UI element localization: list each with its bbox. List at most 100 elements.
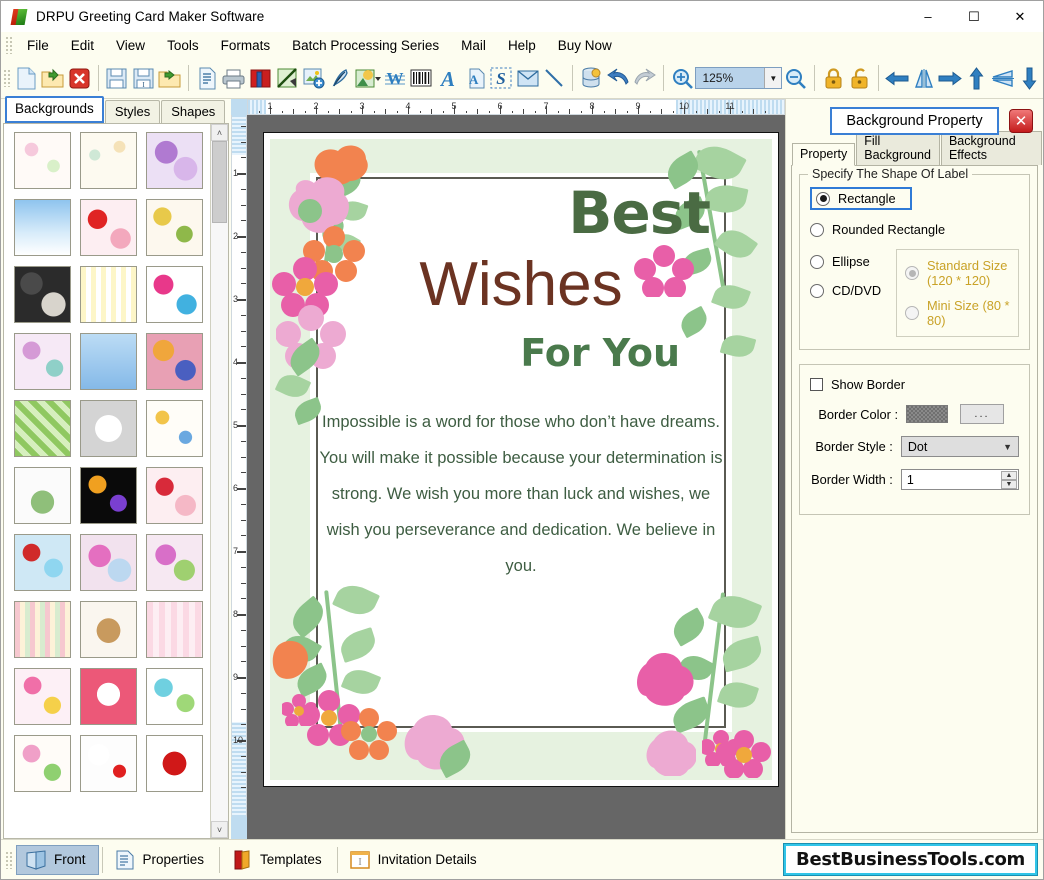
radio-cd-dvd-icon[interactable] bbox=[810, 283, 824, 298]
card-layers-icon[interactable] bbox=[248, 63, 273, 93]
background-thumbnail[interactable] bbox=[14, 467, 71, 524]
canvas-horizontal-scrollbar[interactable] bbox=[247, 817, 785, 839]
background-thumbnail-grid[interactable] bbox=[4, 124, 210, 838]
background-thumbnail[interactable] bbox=[80, 534, 137, 591]
signature-icon[interactable]: S bbox=[489, 63, 514, 93]
background-thumbnail[interactable] bbox=[80, 668, 137, 725]
tab-shapes[interactable]: Shapes bbox=[161, 100, 226, 123]
database-icon[interactable] bbox=[579, 63, 604, 93]
show-border-row[interactable]: Show Border bbox=[810, 377, 1019, 392]
spinner-up-icon[interactable]: ▲ bbox=[1001, 471, 1017, 480]
background-thumbnail[interactable] bbox=[80, 132, 137, 189]
background-thumbnail[interactable] bbox=[14, 668, 71, 725]
card-heading-wishes[interactable]: Wishes bbox=[270, 249, 772, 320]
flip-horizontal-icon[interactable] bbox=[911, 63, 936, 93]
watermark-icon[interactable]: W bbox=[383, 63, 408, 93]
status-tab-templates[interactable]: Templates bbox=[223, 845, 334, 875]
open-folder-icon[interactable] bbox=[41, 63, 66, 93]
menu-view[interactable]: View bbox=[105, 35, 156, 56]
background-thumbnail[interactable] bbox=[146, 467, 203, 524]
background-thumbnail[interactable] bbox=[14, 333, 71, 390]
background-thumbnail[interactable] bbox=[80, 467, 137, 524]
scrollbar-track[interactable] bbox=[211, 141, 228, 821]
background-thumbnail[interactable] bbox=[80, 601, 137, 658]
vertical-ruler[interactable]: 1 2 3 4 5 6 7 8 9 10 bbox=[231, 115, 247, 817]
pen-tool-icon[interactable] bbox=[328, 63, 353, 93]
close-document-icon[interactable] bbox=[67, 63, 92, 93]
show-border-checkbox[interactable] bbox=[810, 378, 823, 391]
align-right-icon[interactable] bbox=[938, 63, 963, 93]
background-thumbnail[interactable] bbox=[14, 735, 71, 792]
background-thumbnail[interactable] bbox=[146, 534, 203, 591]
scroll-down-button[interactable]: ˅ bbox=[211, 821, 228, 838]
lock-icon[interactable] bbox=[821, 63, 846, 93]
menu-tools[interactable]: Tools bbox=[156, 35, 210, 56]
card-heading-best[interactable]: Best bbox=[270, 179, 711, 247]
border-color-picker-button[interactable]: ... bbox=[960, 404, 1004, 424]
menu-help[interactable]: Help bbox=[497, 35, 547, 56]
background-thumbnail[interactable] bbox=[146, 400, 203, 457]
zoom-level-combobox[interactable]: 125% ▼ bbox=[695, 67, 783, 89]
radio-rectangle-container[interactable]: Rectangle bbox=[810, 187, 912, 210]
chevron-down-icon[interactable]: ▼ bbox=[1003, 442, 1012, 452]
new-document-icon[interactable] bbox=[14, 63, 39, 93]
greeting-card[interactable]: Best Wishes For You Impossible is a word… bbox=[270, 139, 772, 780]
background-scrollbar[interactable]: ˄ ˅ bbox=[210, 124, 228, 838]
border-style-combobox[interactable]: Dot ▼ bbox=[900, 436, 1019, 457]
status-tab-front[interactable]: Front bbox=[16, 844, 99, 875]
background-thumbnail[interactable] bbox=[146, 333, 203, 390]
menu-file[interactable]: File bbox=[16, 35, 60, 56]
radio-rounded-rectangle-container[interactable]: Rounded Rectangle bbox=[810, 222, 1019, 237]
horizontal-ruler[interactable]: 1 2 3 4 5 6 7 8 9 10 11 bbox=[247, 99, 785, 115]
line-tool-icon[interactable] bbox=[542, 63, 567, 93]
background-thumbnail[interactable] bbox=[146, 132, 203, 189]
brand-badge[interactable]: BestBusinessTools.com bbox=[784, 844, 1037, 875]
align-bottom-icon[interactable] bbox=[1018, 63, 1043, 93]
spinner-down-icon[interactable]: ▼ bbox=[1001, 480, 1017, 489]
canvas-viewport[interactable]: Best Wishes For You Impossible is a word… bbox=[247, 115, 785, 817]
tab-backgrounds[interactable]: Backgrounds bbox=[5, 96, 104, 123]
background-thumbnail[interactable] bbox=[14, 266, 71, 323]
tab-styles[interactable]: Styles bbox=[104, 100, 161, 123]
border-width-spinner[interactable]: 1 ▲ ▼ bbox=[900, 469, 1019, 490]
radio-rounded-rectangle-icon[interactable] bbox=[810, 222, 824, 237]
background-thumbnail[interactable] bbox=[80, 266, 137, 323]
background-thumbnail[interactable] bbox=[80, 199, 137, 256]
menu-mail[interactable]: Mail bbox=[450, 35, 497, 56]
shape-fill-icon[interactable] bbox=[355, 63, 381, 93]
background-thumbnail[interactable] bbox=[146, 266, 203, 323]
spinner-buttons[interactable]: ▲ ▼ bbox=[1001, 471, 1017, 489]
flip-vertical-icon[interactable] bbox=[991, 63, 1016, 93]
zoom-out-icon[interactable] bbox=[783, 63, 808, 93]
card-body-text[interactable]: Impossible is a word for those who don’t… bbox=[314, 404, 728, 584]
radio-ellipse-icon[interactable] bbox=[810, 254, 824, 269]
background-thumbnail[interactable] bbox=[80, 400, 137, 457]
background-thumbnail[interactable] bbox=[146, 668, 203, 725]
insert-image-icon[interactable] bbox=[301, 63, 326, 93]
maximize-button[interactable]: ☐ bbox=[951, 1, 997, 32]
background-thumbnail[interactable] bbox=[14, 199, 71, 256]
envelope-icon[interactable] bbox=[515, 63, 540, 93]
export-folder-icon[interactable] bbox=[158, 63, 183, 93]
border-color-swatch[interactable] bbox=[906, 405, 948, 423]
page-properties-icon[interactable] bbox=[195, 63, 220, 93]
menu-buy-now[interactable]: Buy Now bbox=[547, 35, 623, 56]
unlock-icon[interactable] bbox=[847, 63, 872, 93]
background-thumbnail[interactable] bbox=[14, 601, 71, 658]
scrollbar-thumb[interactable] bbox=[212, 141, 227, 223]
radio-ellipse-container[interactable]: Ellipse bbox=[810, 254, 896, 269]
radio-cd-dvd-container[interactable]: CD/DVD bbox=[810, 283, 896, 298]
status-tab-invitation-details[interactable]: I Invitation Details bbox=[341, 845, 489, 875]
background-thumbnail[interactable] bbox=[80, 735, 137, 792]
background-thumbnail[interactable] bbox=[146, 735, 203, 792]
background-thumbnail[interactable] bbox=[146, 601, 203, 658]
background-thumbnail[interactable] bbox=[14, 132, 71, 189]
background-thumbnail[interactable] bbox=[80, 333, 137, 390]
background-thumbnail[interactable] bbox=[146, 199, 203, 256]
panel-close-button[interactable]: ✕ bbox=[1009, 109, 1033, 133]
design-view-icon[interactable] bbox=[275, 63, 300, 93]
scroll-up-button[interactable]: ˄ bbox=[211, 124, 228, 141]
print-icon[interactable] bbox=[222, 63, 247, 93]
minimize-button[interactable]: – bbox=[905, 1, 951, 32]
close-button[interactable]: ✕ bbox=[997, 1, 1043, 32]
